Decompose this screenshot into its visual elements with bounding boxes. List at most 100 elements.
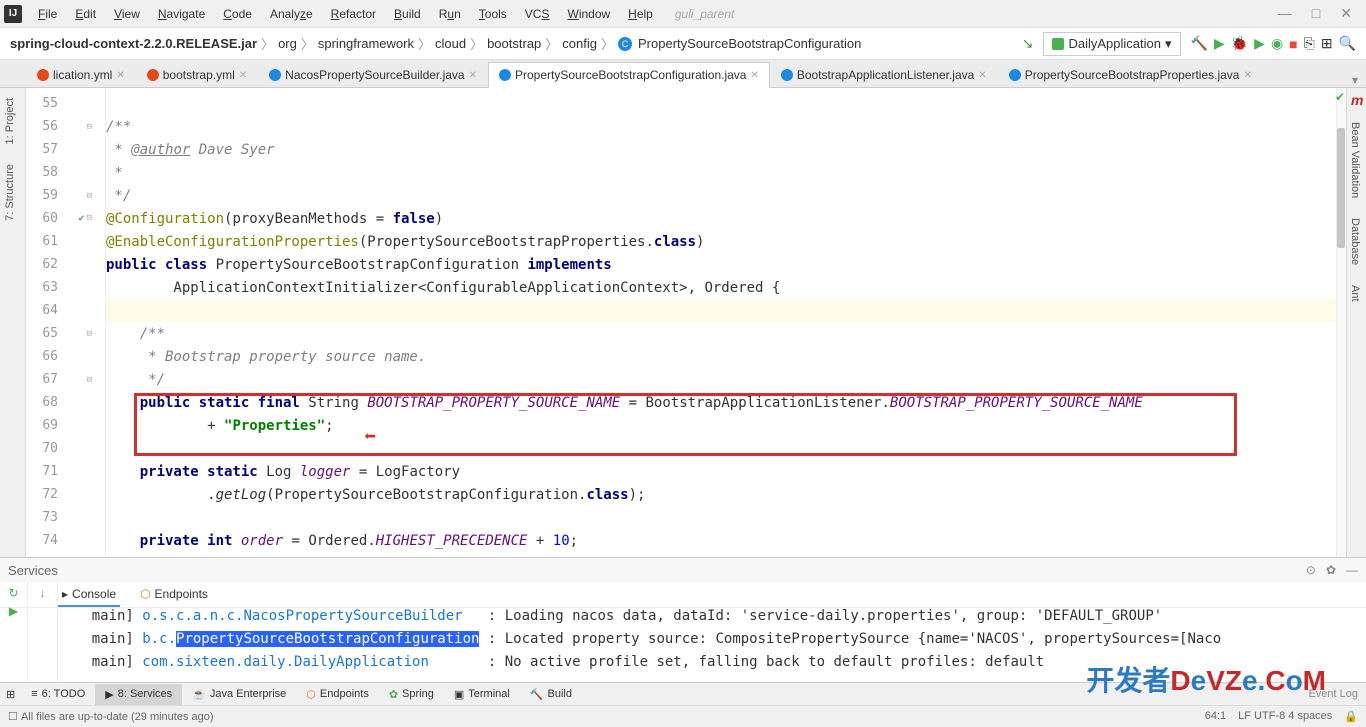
- run-icon[interactable]: ▶: [9, 604, 18, 618]
- watermark: 开发者DeVZe.CoM: [1086, 659, 1326, 699]
- btab-endpoints[interactable]: ⬡Endpoints: [296, 684, 379, 705]
- menu-file[interactable]: File: [30, 3, 65, 25]
- btab-spring[interactable]: ✿Spring: [379, 684, 444, 705]
- close-icon[interactable]: ✕: [116, 70, 124, 81]
- debug-icon[interactable]: 🐞: [1231, 35, 1248, 52]
- menu-navigate[interactable]: Navigate: [150, 3, 213, 25]
- scrollbar-thumb[interactable]: [1337, 128, 1345, 248]
- tab-bootstrap-yml[interactable]: bootstrap.yml✕: [136, 62, 258, 87]
- services-target-icon[interactable]: ⊙: [1306, 563, 1316, 577]
- breadcrumb-part[interactable]: org: [278, 36, 297, 51]
- profile-icon[interactable]: ◉: [1271, 35, 1283, 52]
- run-icon[interactable]: ▶: [1214, 35, 1225, 52]
- btab-services[interactable]: ▶8: Services: [95, 684, 182, 705]
- tool-project[interactable]: 1: Project: [0, 88, 20, 154]
- coverage-icon[interactable]: ▶: [1254, 35, 1265, 52]
- tab-nacos-builder[interactable]: NacosPropertySourceBuilder.java✕: [258, 62, 488, 87]
- down-icon[interactable]: ↓: [28, 582, 57, 604]
- breadcrumb-jar[interactable]: spring-cloud-context-2.2.0.RELEASE.jar: [10, 36, 257, 51]
- git-icon[interactable]: ⎘: [1304, 35, 1315, 52]
- console-link[interactable]: b.c.: [142, 631, 176, 647]
- menu-window[interactable]: Window: [559, 3, 618, 25]
- tab-bootstrap-listener[interactable]: BootstrapApplicationListener.java ✕: [770, 62, 998, 87]
- breadcrumb-part[interactable]: bootstrap: [487, 36, 541, 51]
- structure-icon[interactable]: ⊞: [1321, 35, 1333, 52]
- status-icon: ☐: [8, 710, 18, 723]
- tool-window-icon[interactable]: ⊞: [0, 688, 21, 701]
- tool-database[interactable]: Database: [1347, 208, 1363, 275]
- window-controls: — □ ✕: [1278, 5, 1362, 22]
- java-icon: [269, 69, 281, 81]
- tab-property-source-bootstrap-config[interactable]: PropertySourceBootstrapConfiguration.jav…: [488, 62, 770, 88]
- main-menu-bar: IJ File Edit View Navigate Code Analyze …: [0, 0, 1366, 28]
- tab-label: BootstrapApplicationListener.java: [797, 68, 974, 82]
- menu-help[interactable]: Help: [620, 3, 661, 25]
- menu-build[interactable]: Build: [386, 3, 429, 25]
- maven-icon[interactable]: m: [1347, 88, 1366, 112]
- close-icon[interactable]: ✕: [469, 70, 477, 81]
- menu-refactor[interactable]: Refactor: [323, 3, 384, 25]
- stop-icon[interactable]: ■: [1289, 36, 1297, 52]
- tab-bootstrap-props[interactable]: PropertySourceBootstrapProperties.java✕: [998, 62, 1263, 87]
- tool-ant[interactable]: Ant: [1347, 275, 1363, 312]
- status-bar: ☐ All files are up-to-date (29 minutes a…: [0, 705, 1366, 727]
- menu-analyze[interactable]: Analyze: [262, 3, 321, 25]
- btab-build[interactable]: 🔨Build: [520, 684, 582, 705]
- close-icon[interactable]: ✕: [1243, 70, 1251, 81]
- breadcrumb-part[interactable]: cloud: [435, 36, 466, 51]
- btab-java-enterprise[interactable]: ☕Java Enterprise: [182, 684, 296, 705]
- tab-lication-yml[interactable]: lication.yml ✕: [26, 62, 136, 87]
- gear-icon[interactable]: ✿: [1326, 563, 1336, 577]
- editor-scrollbar[interactable]: ✔: [1336, 88, 1346, 582]
- menu-vcs[interactable]: VCS: [517, 3, 558, 25]
- console-link-selected[interactable]: PropertySourceBootstrapConfiguration: [176, 631, 479, 647]
- run-config-dropdown[interactable]: DailyApplication ▾: [1043, 32, 1180, 56]
- search-icon[interactable]: 🔍: [1339, 35, 1356, 52]
- java-icon: [781, 69, 793, 81]
- cursor-position[interactable]: 64:1: [1205, 710, 1226, 723]
- breadcrumb-class[interactable]: PropertySourceBootstrapConfiguration: [638, 36, 861, 51]
- console-link[interactable]: com.sixteen.daily.DailyApplication: [142, 654, 429, 670]
- java-icon: [499, 69, 511, 81]
- menu-code[interactable]: Code: [215, 3, 260, 25]
- status-message: All files are up-to-date (29 minutes ago…: [21, 711, 214, 723]
- encoding-info[interactable]: LF UTF-8 4 spaces: [1238, 710, 1332, 723]
- class-icon: C: [618, 37, 632, 51]
- close-icon[interactable]: ✕: [750, 70, 758, 81]
- btab-terminal[interactable]: ▣Terminal: [444, 684, 520, 705]
- back-nav-icon[interactable]: ↘: [1022, 35, 1034, 52]
- services-tabs: ▸Console ⬡Endpoints: [0, 582, 1366, 608]
- tool-structure[interactable]: 7: Structure: [0, 154, 20, 231]
- minimize-icon[interactable]: —: [1278, 5, 1292, 22]
- breadcrumb-part[interactable]: springframework: [318, 36, 414, 51]
- tab-label: lication.yml: [53, 68, 112, 82]
- tabs-overflow-icon[interactable]: ▾: [1344, 73, 1366, 87]
- console-link[interactable]: o.s.c.a.n.c.NacosPropertySourceBuilder: [142, 608, 462, 624]
- close-icon[interactable]: ✕: [978, 70, 986, 81]
- menu-run[interactable]: Run: [431, 3, 469, 25]
- console-icon: ▸: [62, 587, 68, 601]
- code-content[interactable]: /** * @author Dave Syer * */ @Configurat…: [106, 88, 1336, 582]
- services-title: Services: [8, 563, 58, 578]
- rerun-icon[interactable]: ↻: [8, 586, 18, 600]
- breadcrumb-part[interactable]: config: [562, 36, 597, 51]
- btab-todo[interactable]: ≡6: TODO: [21, 684, 95, 704]
- build-icon[interactable]: 🔨: [1191, 35, 1208, 52]
- console-tab[interactable]: ▸Console: [58, 583, 120, 607]
- close-icon[interactable]: ✕: [239, 70, 247, 81]
- services-left-toolbar2: ↓: [28, 582, 58, 682]
- editor-tabs: lication.yml ✕ bootstrap.yml✕ NacosProper…: [0, 60, 1366, 88]
- close-icon[interactable]: ✕: [1340, 5, 1352, 22]
- lock-icon[interactable]: 🔒: [1344, 710, 1358, 723]
- menu-tools[interactable]: Tools: [471, 3, 515, 25]
- minimize-icon[interactable]: —: [1346, 563, 1358, 577]
- menu-view[interactable]: View: [106, 3, 148, 25]
- menu-edit[interactable]: Edit: [67, 3, 104, 25]
- editor-gutter: 55 56⊟ 57 58 59⊟ 60✔⊟ 61 62 63 64 65⊟ 66…: [26, 88, 106, 582]
- yml-icon: [147, 69, 159, 81]
- tool-bean-validation[interactable]: Bean Validation: [1347, 112, 1363, 208]
- code-editor[interactable]: 55 56⊟ 57 58 59⊟ 60✔⊟ 61 62 63 64 65⊟ 66…: [26, 88, 1336, 582]
- chevron-down-icon: ▾: [1165, 36, 1172, 52]
- endpoints-tab[interactable]: ⬡Endpoints: [136, 583, 212, 607]
- maximize-icon[interactable]: □: [1312, 5, 1320, 22]
